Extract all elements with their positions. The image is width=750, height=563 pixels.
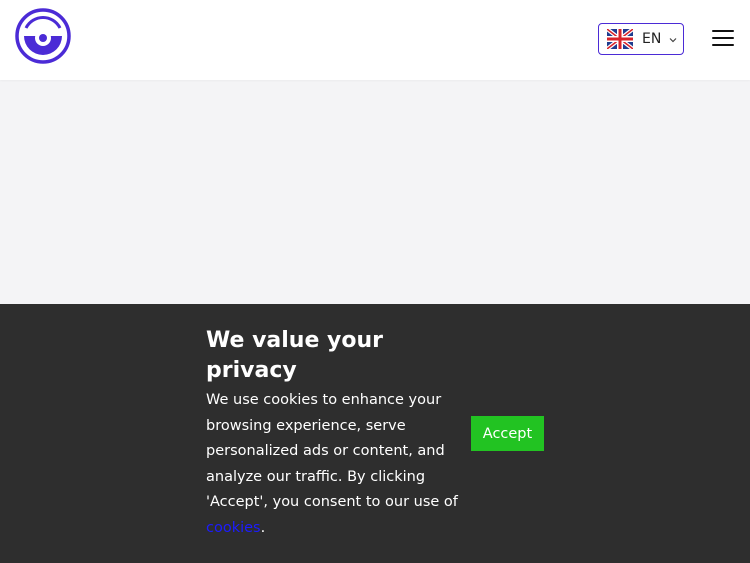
chevron-down-icon [669, 38, 677, 43]
cookies-link[interactable]: cookies [206, 520, 261, 536]
cookie-banner-text: We use cookies to enhance your browsing … [206, 388, 458, 541]
language-select[interactable]: EN [598, 23, 684, 55]
uk-flag-icon [607, 29, 633, 49]
menu-line [712, 43, 734, 46]
site-header: EN [0, 0, 750, 80]
cookie-text-end: . [260, 519, 266, 536]
logo-icon[interactable] [14, 7, 72, 65]
cookie-banner-title: We value your privacy [206, 328, 383, 383]
language-code: EN [642, 31, 662, 47]
hamburger-menu-icon[interactable] [712, 30, 734, 50]
menu-line [712, 30, 734, 33]
accept-button[interactable]: Accept [471, 416, 544, 451]
cookie-text-body: We use cookies to enhance your browsing … [206, 392, 458, 510]
menu-line [712, 36, 734, 40]
